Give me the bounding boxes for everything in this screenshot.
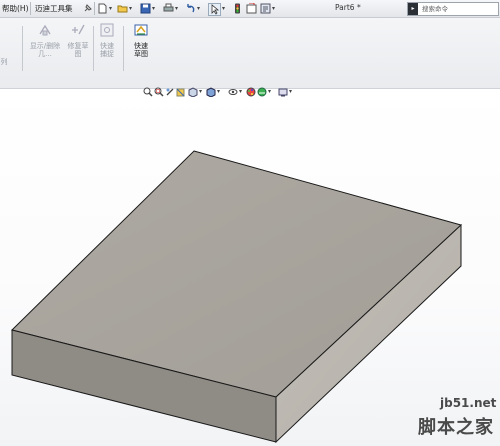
partial-command-label: 列 — [0, 58, 8, 66]
rapid-sketch-label: 快速草图 — [134, 42, 148, 58]
zoom-to-fit-icon[interactable] — [143, 87, 153, 97]
print-icon[interactable] — [163, 3, 174, 14]
select-cursor-icon[interactable] — [208, 3, 221, 16]
view-orientation-icon[interactable] — [188, 87, 198, 97]
new-dropdown-chevron-icon[interactable]: ▾ — [109, 5, 112, 12]
edit-appearance-icon[interactable] — [246, 87, 256, 97]
previous-view-icon[interactable] — [165, 87, 175, 97]
menu-help[interactable]: 帮助(H) — [2, 3, 29, 14]
watermark-name: 脚本之家 — [418, 417, 494, 438]
menu-separator — [30, 2, 31, 15]
save-dropdown-chevron-icon[interactable]: ▾ — [152, 5, 155, 12]
graphics-area[interactable]: ▾ ▾ ▾ ▾ ▾ — [0, 87, 500, 446]
zoom-area-icon[interactable] — [154, 87, 164, 97]
repair-sketch-button[interactable]: 修复草图 — [64, 22, 92, 58]
pin-icon[interactable] — [82, 3, 93, 14]
rebuild-traffic-light-icon[interactable] — [232, 3, 243, 14]
heads-up-view-toolbar: ▾ ▾ ▾ ▾ ▾ — [143, 87, 333, 99]
ribbon-separator — [22, 26, 23, 71]
rapid-sketch-icon — [134, 24, 148, 36]
show-relations-label: 显示/删除几... — [29, 42, 61, 58]
quick-snap-label: 快速捕捉 — [100, 42, 114, 58]
show-relations-button[interactable]: 显示/删除几... — [28, 22, 62, 58]
save-icon[interactable] — [140, 3, 151, 14]
command-manager-ribbon: 列 显示/删除几... 修复草图 快速捕捉 快速草图 — [0, 18, 500, 89]
watermark-site: jb51.net — [440, 396, 497, 410]
ribbon-separator — [93, 26, 94, 71]
file-properties-icon[interactable] — [246, 3, 257, 14]
repair-sketch-label: 修复草图 — [67, 42, 89, 58]
partial-command-button[interactable]: 列 — [0, 58, 8, 66]
view-orientation-chevron-icon[interactable]: ▾ — [199, 88, 202, 95]
menu-bar: 帮助(H) 迈迪工具集 ▾ ▾ ▾ ▾ ▾ ▾ ▾ Part6 * ▸ 搜索命令 — [0, 0, 500, 18]
hide-show-chevron-icon[interactable]: ▾ — [239, 88, 242, 95]
relations-icon — [39, 24, 51, 36]
display-style-icon[interactable] — [206, 87, 216, 97]
options-dropdown-chevron-icon[interactable]: ▾ — [272, 5, 275, 12]
toolbar-separator — [94, 2, 95, 15]
hide-show-items-icon[interactable] — [228, 87, 238, 97]
options-gear-icon[interactable] — [260, 3, 271, 14]
repair-sketch-icon — [72, 24, 85, 35]
undo-icon[interactable] — [185, 3, 196, 14]
new-document-icon[interactable] — [97, 3, 108, 14]
select-dropdown-chevron-icon[interactable]: ▾ — [222, 5, 225, 12]
apply-scene-chevron-icon[interactable]: ▾ — [268, 88, 271, 95]
quick-snap-icon — [100, 23, 114, 37]
ribbon-separator — [123, 26, 124, 71]
search-commands-box[interactable]: ▸ 搜索命令 — [407, 2, 499, 16]
open-folder-icon[interactable] — [117, 3, 128, 14]
menu-tools-set[interactable]: 迈迪工具集 — [35, 3, 73, 14]
open-dropdown-chevron-icon[interactable]: ▾ — [129, 5, 132, 12]
rapid-sketch-button[interactable]: 快速草图 — [126, 22, 156, 58]
section-view-icon[interactable] — [176, 87, 186, 97]
view-settings-icon[interactable] — [278, 87, 288, 97]
quick-snap-button[interactable]: 快速捕捉 — [96, 22, 118, 58]
print-dropdown-chevron-icon[interactable]: ▾ — [175, 5, 178, 12]
apply-scene-icon[interactable] — [257, 87, 267, 97]
display-style-chevron-icon[interactable]: ▾ — [217, 88, 220, 95]
3d-model-view[interactable] — [0, 89, 500, 446]
view-settings-chevron-icon[interactable]: ▾ — [289, 88, 292, 95]
undo-dropdown-chevron-icon[interactable]: ▾ — [197, 5, 200, 12]
search-input[interactable]: 搜索命令 — [422, 4, 448, 14]
search-icon[interactable]: ▸ — [408, 3, 418, 15]
document-title: Part6 * — [335, 3, 361, 12]
